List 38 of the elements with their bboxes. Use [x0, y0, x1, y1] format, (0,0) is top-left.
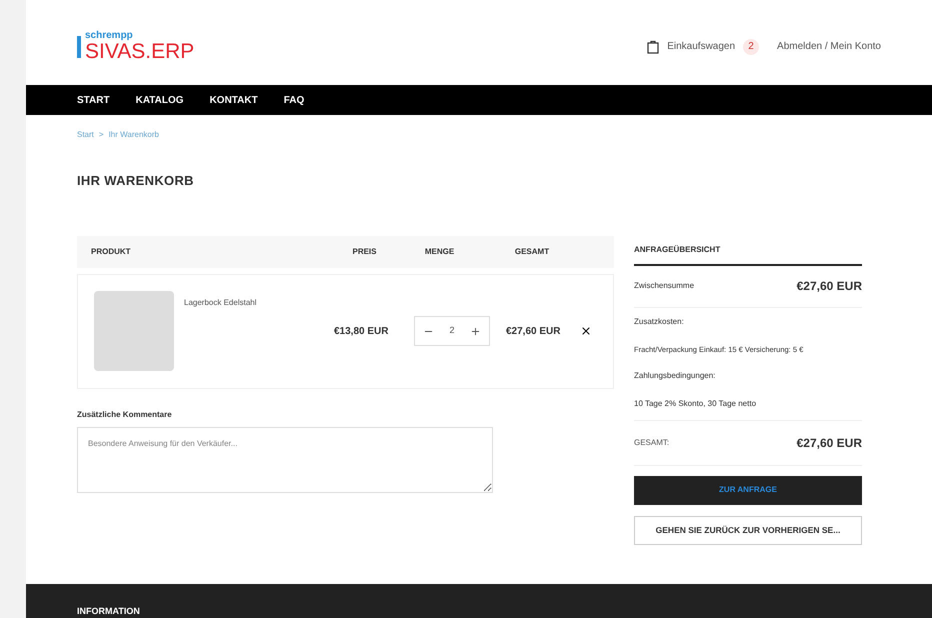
nav-link[interactable]: FAQ	[284, 92, 304, 108]
payment-terms-text: 10 Tage 2% Skonto, 30 Tage netto	[634, 398, 862, 421]
payment-terms-label: Zahlungsbedingungen:	[634, 370, 716, 382]
logo-bar	[77, 36, 81, 58]
cart-link[interactable]: Einkaufswagen	[667, 39, 736, 54]
total-value: €27,60 EUR	[796, 434, 862, 452]
subtotal-value: €27,60 EUR	[796, 278, 862, 295]
breadcrumb-separator: >	[98, 129, 104, 141]
account-link[interactable]: Abmelden / Mein Konto	[777, 39, 881, 54]
shopping-bag-icon[interactable]	[647, 40, 660, 54]
extra-costs-label: Zusatzkosten:	[634, 316, 685, 328]
summary-title: ANFRAGEÜBERSICHT	[634, 236, 862, 266]
request-button[interactable]: ZUR ANFRAGE	[634, 476, 862, 505]
logo-title: SIVAS.ERP	[85, 41, 194, 62]
total-label: GESAMT:	[634, 436, 670, 449]
page-title: IHR WARENKORB	[76, 172, 195, 190]
comments-field[interactable]: Besondere Anweisung für den Verkäufer...	[77, 426, 493, 492]
column-header: GESAMT	[514, 246, 550, 258]
column-header: PREIS	[351, 246, 378, 258]
cart-count-badge: 2	[743, 38, 760, 54]
total-cell-text: €27,60 EUR	[506, 324, 562, 338]
nav-link[interactable]: START	[77, 92, 110, 108]
nav-link[interactable]: KONTAKT	[210, 92, 258, 108]
remove-icon[interactable]	[580, 325, 592, 337]
column-header: MENGE	[424, 246, 456, 258]
column-header: PRODUKT	[90, 246, 132, 258]
nav-link[interactable]: KATALOG	[136, 92, 184, 108]
quantity-value: 2	[449, 324, 454, 338]
footer-heading: INFORMATION	[77, 604, 140, 618]
logo[interactable]: schrempp SIVAS.ERP	[77, 31, 194, 62]
quantity-stepper[interactable]: 2	[414, 316, 490, 346]
plus-icon[interactable]	[470, 326, 482, 336]
comments-label: Zusätzliche Kommentare	[77, 408, 173, 420]
back-button[interactable]: GEHEN SIE ZURÜCK ZUR VORHERIGEN SE...	[634, 516, 862, 545]
subtotal-label: Zwischensumme	[634, 280, 694, 292]
product-name[interactable]: Lagerbock Edelstahl	[184, 296, 334, 308]
logo-subtitle: schrempp	[85, 31, 134, 41]
price-cell-text: €13,80 EUR	[334, 324, 390, 338]
